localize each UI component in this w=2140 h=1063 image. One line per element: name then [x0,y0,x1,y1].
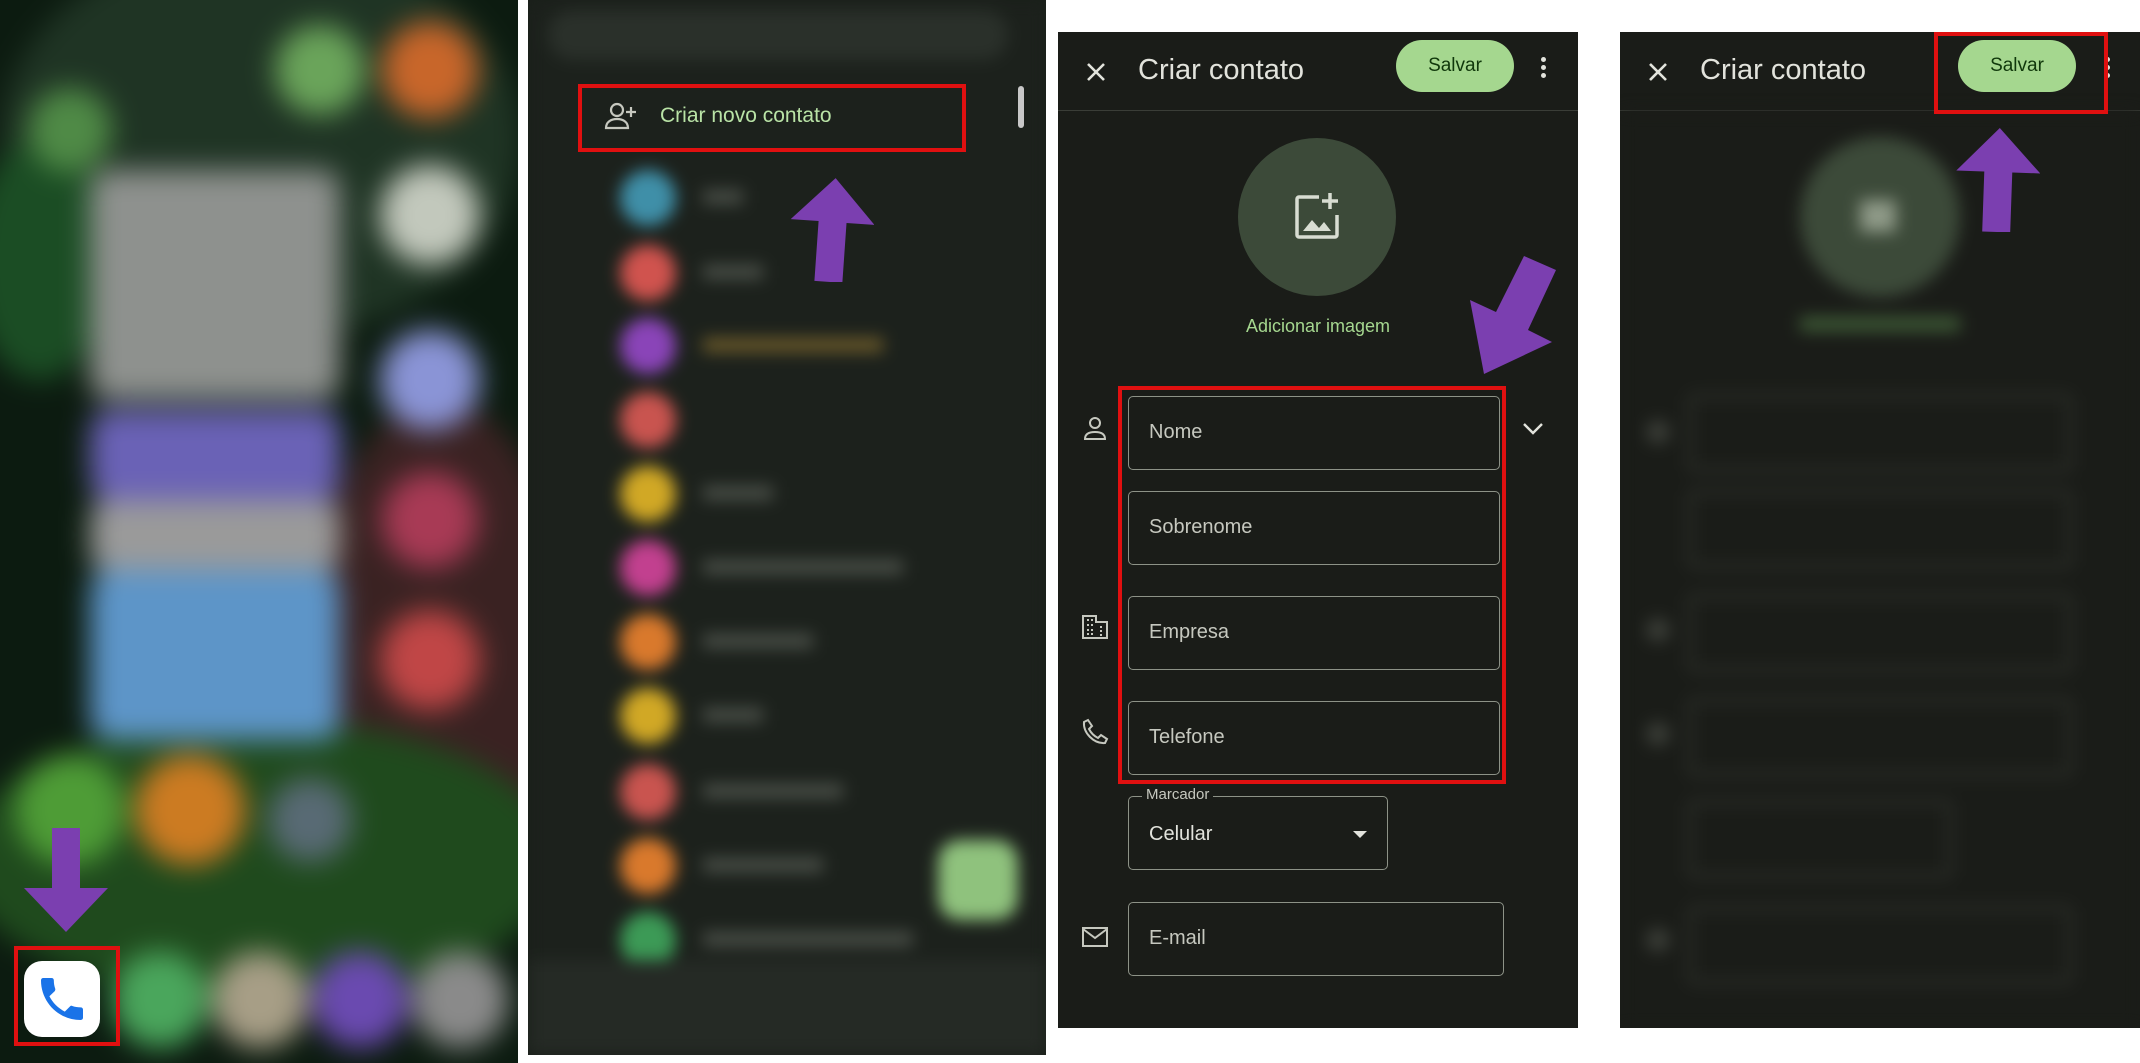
mail-icon [1082,927,1108,947]
label-select-value: Celular [1149,823,1213,845]
down-left-arrow [1470,256,1556,374]
page-title: Criar contato [1700,54,1867,86]
building-icon [1082,615,1108,639]
page-title: Criar contato [1138,54,1305,86]
top-bar: Criar contato Salvar [1058,32,1578,111]
contacts-list-panel: Criar novo contato [528,0,1046,1055]
email-field[interactable]: E-mail [1128,902,1504,976]
chevron-down-icon[interactable] [1518,416,1548,440]
blurred-contacts-list [528,0,1046,1055]
highlight-box [14,946,120,1046]
highlight-box [1118,386,1506,784]
label-select-caption: Marcador [1142,786,1214,803]
person-icon [1083,417,1107,440]
up-arrow [1956,128,2040,232]
label-select[interactable]: Celular [1128,796,1388,870]
close-icon[interactable] [1080,56,1112,88]
add-photo-button[interactable] [1238,138,1396,296]
dropdown-caret-icon [1353,831,1367,838]
scrollbar[interactable] [1018,86,1024,128]
close-icon[interactable] [1642,56,1674,88]
blurred-form [1620,112,2140,1028]
up-arrow [790,178,874,282]
more-options-icon[interactable] [1538,54,1548,86]
phone-icon [1082,718,1109,745]
down-arrow [24,828,108,932]
add-photo-icon [1295,193,1339,239]
highlight-box [1934,32,2108,114]
highlight-box [578,84,966,152]
create-contact-panel: Criar contato Salvar Adicionar imagem No… [1058,32,1578,1028]
save-button[interactable]: Salvar [1396,40,1514,92]
save-contact-panel: Criar contato Salvar [1620,32,2140,1028]
home-screen-panel [0,0,518,1063]
